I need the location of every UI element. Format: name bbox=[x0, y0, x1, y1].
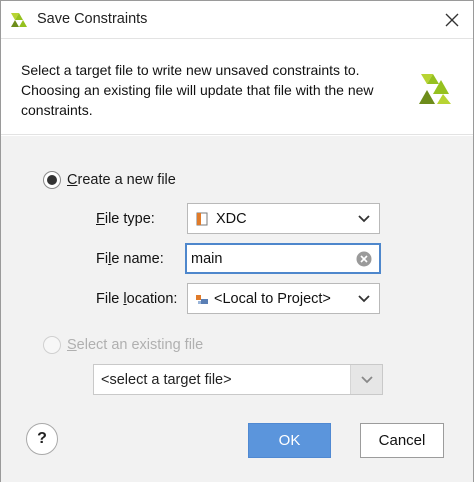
description-line-1: Select a target file to write new unsave… bbox=[21, 62, 360, 78]
radio-button-disabled bbox=[43, 336, 61, 354]
file-location-value: <Local to Project> bbox=[214, 290, 331, 307]
vivado-logo-icon bbox=[9, 10, 29, 30]
existing-file-placeholder: <select a target file> bbox=[101, 371, 232, 388]
chevron-down-icon[interactable] bbox=[349, 204, 379, 233]
close-icon bbox=[445, 13, 459, 27]
close-button[interactable] bbox=[437, 5, 467, 35]
file-location-label: File location: bbox=[96, 291, 178, 307]
file-type-dropdown[interactable]: XDC bbox=[187, 203, 380, 234]
file-name-value[interactable]: main bbox=[187, 251, 353, 267]
description-area: Select a target file to write new unsave… bbox=[1, 40, 473, 135]
file-type-value: XDC bbox=[216, 210, 247, 227]
description-line-3: constraints. bbox=[21, 102, 93, 118]
create-new-file-radio[interactable]: Create a new file bbox=[43, 171, 176, 189]
clear-icon[interactable] bbox=[353, 248, 375, 270]
chevron-down-icon bbox=[350, 365, 382, 394]
file-name-label: File name: bbox=[96, 251, 164, 267]
file-type-label: File type: bbox=[96, 211, 155, 227]
cancel-button[interactable]: Cancel bbox=[360, 423, 444, 458]
file-location-dropdown[interactable]: <Local to Project> bbox=[187, 283, 380, 314]
save-constraints-dialog: Save Constraints Select a target file to… bbox=[0, 0, 474, 482]
select-existing-file-radio: Select an existing file bbox=[43, 336, 203, 354]
ok-button[interactable]: OK bbox=[248, 423, 331, 458]
help-icon: ? bbox=[37, 430, 47, 447]
xdc-file-icon bbox=[196, 212, 208, 226]
create-new-file-label: Create a new file bbox=[67, 172, 176, 188]
window-title: Save Constraints bbox=[37, 11, 148, 27]
chevron-down-icon[interactable] bbox=[349, 284, 379, 313]
existing-file-dropdown: <select a target file> bbox=[93, 364, 383, 395]
description-line-2: Choosing an existing file will update th… bbox=[21, 82, 374, 98]
file-name-input[interactable]: main bbox=[185, 243, 381, 274]
help-button[interactable]: ? bbox=[26, 423, 58, 455]
local-project-icon bbox=[196, 293, 208, 305]
description-text: Select a target file to write new unsave… bbox=[21, 60, 411, 120]
radio-button-selected[interactable] bbox=[43, 171, 61, 189]
select-existing-file-label: Select an existing file bbox=[67, 337, 204, 353]
title-bar: Save Constraints bbox=[1, 1, 473, 39]
vivado-logo-icon bbox=[417, 72, 453, 106]
